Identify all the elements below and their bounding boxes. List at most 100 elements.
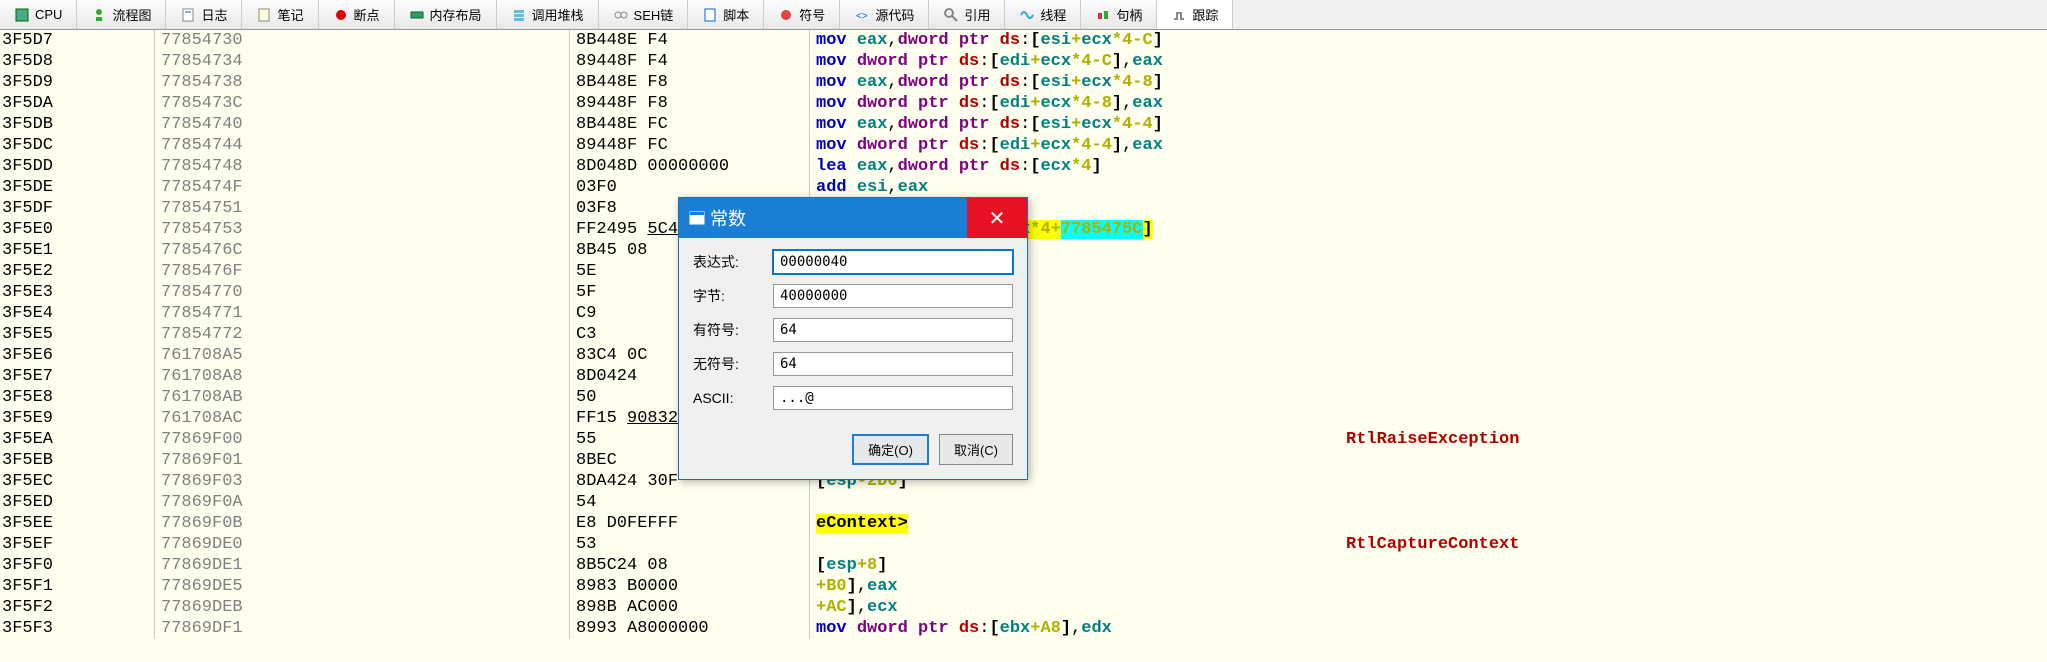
disasm-col: [esp+8] bbox=[810, 555, 1340, 576]
addr-col: 77869F01 bbox=[155, 450, 570, 471]
disasm-row[interactable]: 3F5F077869DE18B5C24 08[esp+8] bbox=[0, 555, 2047, 576]
disasm-row[interactable]: 3F5EE77869F0BE8 D0FEFFFeContext> bbox=[0, 513, 2047, 534]
tab-mem[interactable]: 内存布局 bbox=[395, 0, 497, 29]
bp-icon bbox=[333, 7, 349, 23]
addr-col: 77869F0A bbox=[155, 492, 570, 513]
bytes-col: 8983 B0000 bbox=[570, 576, 810, 597]
addr-col: 7785474F bbox=[155, 177, 570, 198]
tab-seh[interactable]: SEH链 bbox=[599, 0, 689, 29]
ok-button[interactable]: 确定(O) bbox=[852, 434, 929, 465]
addr-col: 77854744 bbox=[155, 135, 570, 156]
disasm-row[interactable]: 3F5ED77869F0A54 bbox=[0, 492, 2047, 513]
tab-stack[interactable]: 调用堆栈 bbox=[497, 0, 599, 29]
handle-icon bbox=[1095, 7, 1111, 23]
offset-col: 3F5E1 bbox=[0, 240, 155, 261]
offset-col: 3F5EC bbox=[0, 471, 155, 492]
disasm-col: mov dword ptr ds:[ebx+A8],edx bbox=[810, 618, 1340, 639]
offset-col: 3F5EF bbox=[0, 534, 155, 555]
tab-label: 笔记 bbox=[277, 5, 303, 24]
tab-handle[interactable]: 句柄 bbox=[1081, 0, 1157, 29]
comment-col bbox=[1340, 513, 2047, 534]
bytes-col: 89448F F8 bbox=[570, 93, 810, 114]
tab-cpu[interactable]: CPU bbox=[0, 0, 77, 29]
bytes-col: 89448F FC bbox=[570, 135, 810, 156]
tab-flow[interactable]: 流程图 bbox=[77, 0, 166, 29]
disasm-row[interactable]: 3F5F377869DF18993 A8000000mov dword ptr … bbox=[0, 618, 2047, 639]
tab-note[interactable]: 笔记 bbox=[242, 0, 318, 29]
offset-col: 3F5F3 bbox=[0, 618, 155, 639]
comment-col: RtlCaptureContext bbox=[1340, 534, 2047, 555]
disasm-row[interactable]: 3F5D87785473489448F F4mov dword ptr ds:[… bbox=[0, 51, 2047, 72]
cancel-button[interactable]: 取消(C) bbox=[939, 434, 1013, 465]
tab-label: 内存布局 bbox=[430, 5, 482, 24]
dialog-title: 常数 bbox=[710, 205, 746, 231]
seh-icon bbox=[613, 7, 629, 23]
disasm-row[interactable]: 3F5DE7785474F03F0add esi,eax bbox=[0, 177, 2047, 198]
signed-input[interactable] bbox=[773, 318, 1013, 342]
disasm-row[interactable]: 3F5F277869DEB898B AC000+AC],ecx bbox=[0, 597, 2047, 618]
disasm-row[interactable]: 3F5D7778547308B448E F4mov eax,dword ptr … bbox=[0, 30, 2047, 51]
disasm-col bbox=[810, 534, 1340, 555]
disasm-col: lea eax,dword ptr ds:[ecx*4] bbox=[810, 156, 1340, 177]
signed-label: 有符号: bbox=[693, 320, 773, 340]
offset-col: 3F5DF bbox=[0, 198, 155, 219]
tab-label: 脚本 bbox=[723, 5, 749, 24]
tab-thread[interactable]: 线程 bbox=[1005, 0, 1081, 29]
trace-icon bbox=[1171, 6, 1187, 22]
flow-icon bbox=[91, 7, 107, 23]
offset-col: 3F5ED bbox=[0, 492, 155, 513]
addr-col: 77854772 bbox=[155, 324, 570, 345]
bytes-col: 8B448E F4 bbox=[570, 30, 810, 51]
disasm-row[interactable]: 3F5DC7785474489448F FCmov dword ptr ds:[… bbox=[0, 135, 2047, 156]
comment-col bbox=[1340, 366, 2047, 387]
tab-trace[interactable]: 跟踪 bbox=[1157, 0, 1233, 29]
tab-sym[interactable]: 符号 bbox=[764, 0, 840, 29]
expr-input[interactable] bbox=[773, 250, 1013, 274]
tab-label: SEH链 bbox=[634, 5, 674, 24]
addr-col: 77854770 bbox=[155, 282, 570, 303]
tab-label: 流程图 bbox=[112, 5, 151, 24]
comment-col bbox=[1340, 240, 2047, 261]
offset-col: 3F5EB bbox=[0, 450, 155, 471]
ref-icon bbox=[943, 7, 959, 23]
addr-col: 77869DEB bbox=[155, 597, 570, 618]
offset-col: 3F5E7 bbox=[0, 366, 155, 387]
bytes-input[interactable] bbox=[773, 284, 1013, 308]
tab-bp[interactable]: 断点 bbox=[319, 0, 395, 29]
comment-col bbox=[1340, 576, 2047, 597]
disasm-row[interactable]: 3F5DD778547488D048D 00000000lea eax,dwor… bbox=[0, 156, 2047, 177]
disasm-row[interactable]: 3F5EF77869DE0 53RtlCaptureContext bbox=[0, 534, 2047, 555]
tab-log[interactable]: 日志 bbox=[166, 0, 242, 29]
disasm-col: mov eax,dword ptr ds:[esi+ecx*4-C] bbox=[810, 30, 1340, 51]
ascii-input[interactable] bbox=[773, 386, 1013, 410]
comment-col bbox=[1340, 492, 2047, 513]
disasm-col: mov dword ptr ds:[edi+ecx*4-C],eax bbox=[810, 51, 1340, 72]
addr-col: 7785473C bbox=[155, 93, 570, 114]
dialog-titlebar[interactable]: 常数 ✕ bbox=[679, 198, 1027, 238]
unsigned-input[interactable] bbox=[773, 352, 1013, 376]
tab-label: 源代码 bbox=[875, 5, 914, 24]
addr-col: 77869F03 bbox=[155, 471, 570, 492]
bytes-col: 03F0 bbox=[570, 177, 810, 198]
offset-col: 3F5EE bbox=[0, 513, 155, 534]
disasm-row[interactable]: 3F5D9778547388B448E F8mov eax,dword ptr … bbox=[0, 72, 2047, 93]
addr-col: 77854734 bbox=[155, 51, 570, 72]
offset-col: 3F5E2 bbox=[0, 261, 155, 282]
addr-col: 77854748 bbox=[155, 156, 570, 177]
disasm-col: eContext> bbox=[810, 513, 1340, 534]
disasm-row[interactable]: 3F5DA7785473C89448F F8mov dword ptr ds:[… bbox=[0, 93, 2047, 114]
tab-src[interactable]: <>源代码 bbox=[840, 0, 929, 29]
sym-icon bbox=[778, 7, 794, 23]
disasm-row[interactable]: 3F5F177869DE58983 B0000+B0],eax bbox=[0, 576, 2047, 597]
tab-label: 句柄 bbox=[1116, 5, 1142, 24]
addr-col: 77869DE5 bbox=[155, 576, 570, 597]
tab-label: 跟踪 bbox=[1192, 5, 1218, 24]
comment-col bbox=[1340, 597, 2047, 618]
tab-ref[interactable]: 引用 bbox=[929, 0, 1005, 29]
thread-icon bbox=[1019, 7, 1035, 23]
close-icon[interactable]: ✕ bbox=[967, 198, 1027, 238]
addr-col: 77869DE0 bbox=[155, 534, 570, 555]
disasm-row[interactable]: 3F5DB778547408B448E FCmov eax,dword ptr … bbox=[0, 114, 2047, 135]
disasm-col bbox=[810, 492, 1340, 513]
tab-script[interactable]: 脚本 bbox=[688, 0, 764, 29]
